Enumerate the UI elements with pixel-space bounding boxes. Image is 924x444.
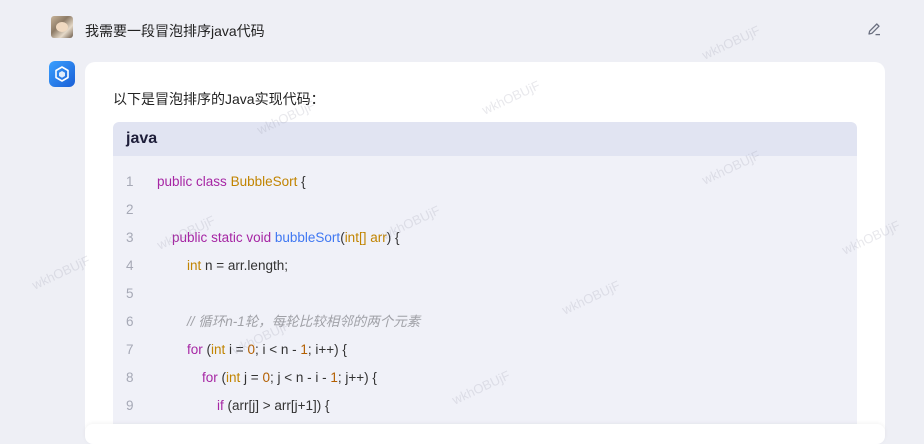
user-avatar (51, 16, 73, 38)
line-number: 7 (126, 342, 134, 357)
code-token: static (211, 230, 243, 245)
code-token: int (226, 370, 241, 385)
code-token: i = (225, 342, 248, 357)
line-number: 9 (126, 398, 134, 413)
code-text: int n = arr.length; (157, 252, 288, 280)
line-number: 2 (126, 202, 134, 217)
line-number: 4 (126, 258, 134, 273)
watermark-text: wkhOBUjF (29, 252, 93, 293)
line-number: 3 (126, 230, 134, 245)
code-token: ; j < n - i - (269, 370, 331, 385)
code-token: int (211, 342, 226, 357)
code-block: java 1 public class BubbleSort {2 3 public… (113, 122, 857, 433)
code-token: ( (217, 370, 227, 385)
watermark-text: wkhOBUjF (699, 22, 763, 63)
code-text: for (int j = 0; j < n - i - 1; j++) { (157, 364, 377, 392)
code-body: 1 public class BubbleSort {2 3 public stat… (113, 156, 857, 433)
code-token: j = (240, 370, 263, 385)
code-token: class (196, 174, 227, 189)
code-text: if (arr[j] > arr[j+1]) { (157, 392, 330, 420)
code-text: public static void bubbleSort(int[] arr)… (157, 224, 399, 252)
code-token: ; i < n - (254, 342, 301, 357)
code-text: for (int i = 0; i < n - 1; i++) { (157, 336, 347, 364)
code-token: 0 (262, 370, 270, 385)
code-line: 5 (113, 280, 857, 308)
code-token: (arr[j] > arr[j+1]) { (223, 398, 330, 413)
code-token: if (217, 398, 224, 413)
code-line: 6 // 循环n-1轮，每轮比较相邻的两个元素 (113, 308, 857, 336)
code-line: 7 for (int i = 0; i < n - 1; i++) { (113, 336, 857, 364)
code-token: for (187, 342, 203, 357)
code-token: n = arr.length; (201, 258, 288, 273)
code-token: public (157, 174, 193, 189)
code-line: 2 (113, 196, 857, 224)
line-number: 5 (126, 286, 134, 301)
code-line: 9 if (arr[j] > arr[j+1]) { (113, 392, 857, 420)
pencil-edit-icon[interactable] (866, 21, 882, 37)
code-token: ) { (386, 230, 400, 245)
code-text: public class BubbleSort { (157, 168, 306, 196)
code-token: ( (202, 342, 212, 357)
user-message: 我需要一段冒泡排序java代码 (85, 23, 265, 39)
line-number: 8 (126, 370, 134, 385)
code-token: int (187, 258, 202, 273)
code-token: bubbleSort (274, 230, 341, 245)
assistant-cube-icon (49, 61, 75, 87)
code-line: 4 int n = arr.length; (113, 252, 857, 280)
code-text: // 循环n-1轮，每轮比较相邻的两个元素 (157, 308, 420, 336)
assistant-reply-card: 以下是冒泡排序的Java实现代码： java 1 public class Bub… (85, 62, 885, 433)
code-token: 1 (300, 342, 308, 357)
code-token: void (246, 230, 272, 245)
code-token: public (172, 230, 208, 245)
code-token: 1 (330, 370, 338, 385)
code-token: ; j++) { (337, 370, 377, 385)
code-token: { (297, 174, 306, 189)
code-line: 3 public static void bubbleSort(int[] ar… (113, 224, 857, 252)
code-language-label: java (126, 130, 158, 147)
code-token: ; i++) { (307, 342, 347, 357)
code-token: 0 (247, 342, 255, 357)
code-token: BubbleSort (230, 174, 298, 189)
code-line: 1 public class BubbleSort { (113, 168, 857, 196)
code-token: for (202, 370, 218, 385)
code-header: java (113, 122, 857, 156)
reply-intro: 以下是冒泡排序的Java实现代码： (113, 91, 325, 107)
code-token: // 循环n-1轮，每轮比较相邻的两个元素 (187, 314, 421, 329)
line-number: 6 (126, 314, 134, 329)
code-token: int[] arr (344, 230, 387, 245)
code-line: 8 for (int j = 0; j < n - i - 1; j++) { (113, 364, 857, 392)
line-number: 1 (126, 174, 134, 189)
message-input-area[interactable] (85, 424, 885, 444)
